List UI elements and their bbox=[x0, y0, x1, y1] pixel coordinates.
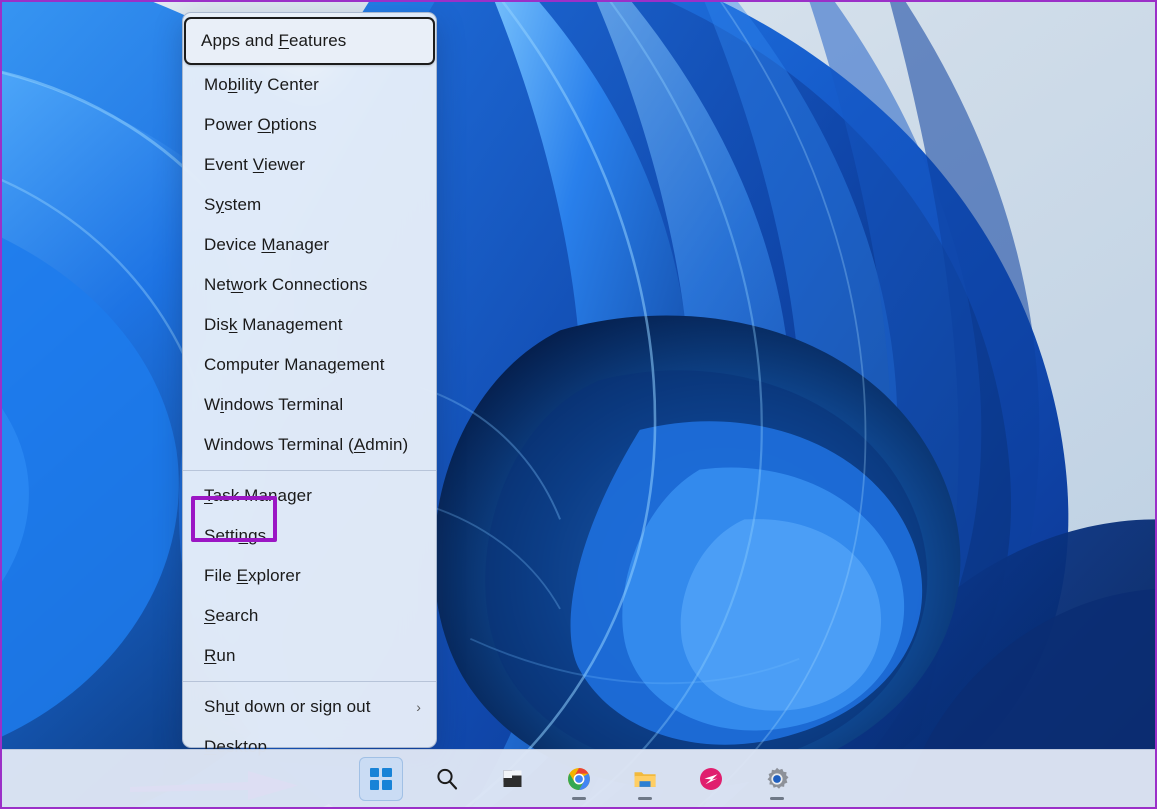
bloom-wallpaper-art bbox=[2, 2, 1155, 807]
menu-item-network-connections[interactable]: Network Connections bbox=[186, 265, 433, 305]
menu-item-label: Mobility Center bbox=[204, 75, 319, 94]
menu-item-event-viewer[interactable]: Event Viewer bbox=[186, 145, 433, 185]
folder-icon bbox=[634, 771, 656, 787]
menu-item-system[interactable]: System bbox=[186, 185, 433, 225]
menu-item-shut-down-or-sign-out[interactable]: Shut down or sign out › bbox=[186, 687, 433, 727]
taskbar bbox=[2, 749, 1155, 807]
menu-item-label: Network Connections bbox=[204, 275, 368, 294]
menu-item-device-manager[interactable]: Device Manager bbox=[186, 225, 433, 265]
menu-item-label: Power Options bbox=[204, 115, 317, 134]
menu-item-file-explorer[interactable]: File Explorer bbox=[186, 556, 433, 596]
menu-separator bbox=[183, 681, 436, 682]
menu-item-label: Run bbox=[204, 646, 236, 665]
menu-item-label: System bbox=[204, 195, 262, 214]
settings-button[interactable] bbox=[755, 757, 799, 801]
search-button[interactable] bbox=[425, 757, 469, 801]
running-indicator bbox=[769, 796, 784, 800]
menu-item-computer-management[interactable]: Computer Management bbox=[186, 345, 433, 385]
gear-icon bbox=[767, 767, 788, 789]
menu-item-label: Shut down or sign out bbox=[204, 697, 371, 716]
task-view-icon bbox=[502, 769, 521, 787]
menu-separator bbox=[183, 470, 436, 471]
chrome-icon bbox=[567, 767, 590, 790]
menu-item-label: Settings bbox=[204, 526, 267, 545]
windows-logo-quadrant bbox=[369, 767, 380, 778]
windows-logo-icon bbox=[369, 767, 392, 790]
menu-item-label: File Explorer bbox=[204, 566, 301, 585]
search-icon bbox=[436, 768, 457, 789]
desktop-wallpaper bbox=[2, 2, 1155, 807]
windows-logo-quadrant bbox=[381, 779, 392, 790]
menu-item-label: Search bbox=[204, 606, 259, 625]
running-indicator bbox=[571, 796, 586, 800]
menu-item-label: Windows Terminal (Admin) bbox=[204, 435, 409, 454]
menu-item-label: Apps and Features bbox=[201, 31, 347, 50]
menu-item-label: Computer Management bbox=[204, 355, 385, 374]
win-x-power-user-menu[interactable]: Apps and Features Mobility Center Power Op… bbox=[182, 12, 437, 756]
menu-item-settings[interactable]: Settings bbox=[186, 516, 433, 556]
windows-logo-quadrant bbox=[369, 779, 380, 790]
menu-item-power-options[interactable]: Power Options bbox=[186, 105, 433, 145]
menu-item-windows-terminal-admin[interactable]: Windows Terminal (Admin) bbox=[186, 425, 433, 465]
menu-item-mobility-center[interactable]: Mobility Center bbox=[186, 65, 433, 105]
file-explorer-button[interactable] bbox=[623, 757, 667, 801]
screen: Apps and Features Mobility Center Power Op… bbox=[0, 0, 1157, 809]
menu-item-label: Device Manager bbox=[204, 235, 330, 254]
menu-item-run[interactable]: Run bbox=[186, 636, 433, 676]
windows-logo-quadrant bbox=[381, 767, 392, 778]
menu-item-apps-and-features[interactable]: Apps and Features bbox=[184, 17, 435, 65]
start-button[interactable] bbox=[358, 756, 403, 801]
menu-item-task-manager[interactable]: Task Manager bbox=[186, 476, 433, 516]
task-view-button[interactable] bbox=[491, 757, 535, 801]
chevron-right-icon: › bbox=[416, 699, 421, 715]
media-app-button[interactable] bbox=[689, 757, 733, 801]
pink-app-icon bbox=[699, 767, 722, 790]
menu-item-disk-management[interactable]: Disk Management bbox=[186, 305, 433, 345]
chrome-button[interactable] bbox=[557, 757, 601, 801]
menu-item-label: Task Manager bbox=[204, 486, 312, 505]
menu-item-search[interactable]: Search bbox=[186, 596, 433, 636]
menu-item-label: Event Viewer bbox=[204, 155, 306, 174]
running-indicator bbox=[637, 796, 652, 800]
menu-item-windows-terminal[interactable]: Windows Terminal bbox=[186, 385, 433, 425]
menu-item-label: Windows Terminal bbox=[204, 395, 344, 414]
menu-item-label: Disk Management bbox=[204, 315, 343, 334]
